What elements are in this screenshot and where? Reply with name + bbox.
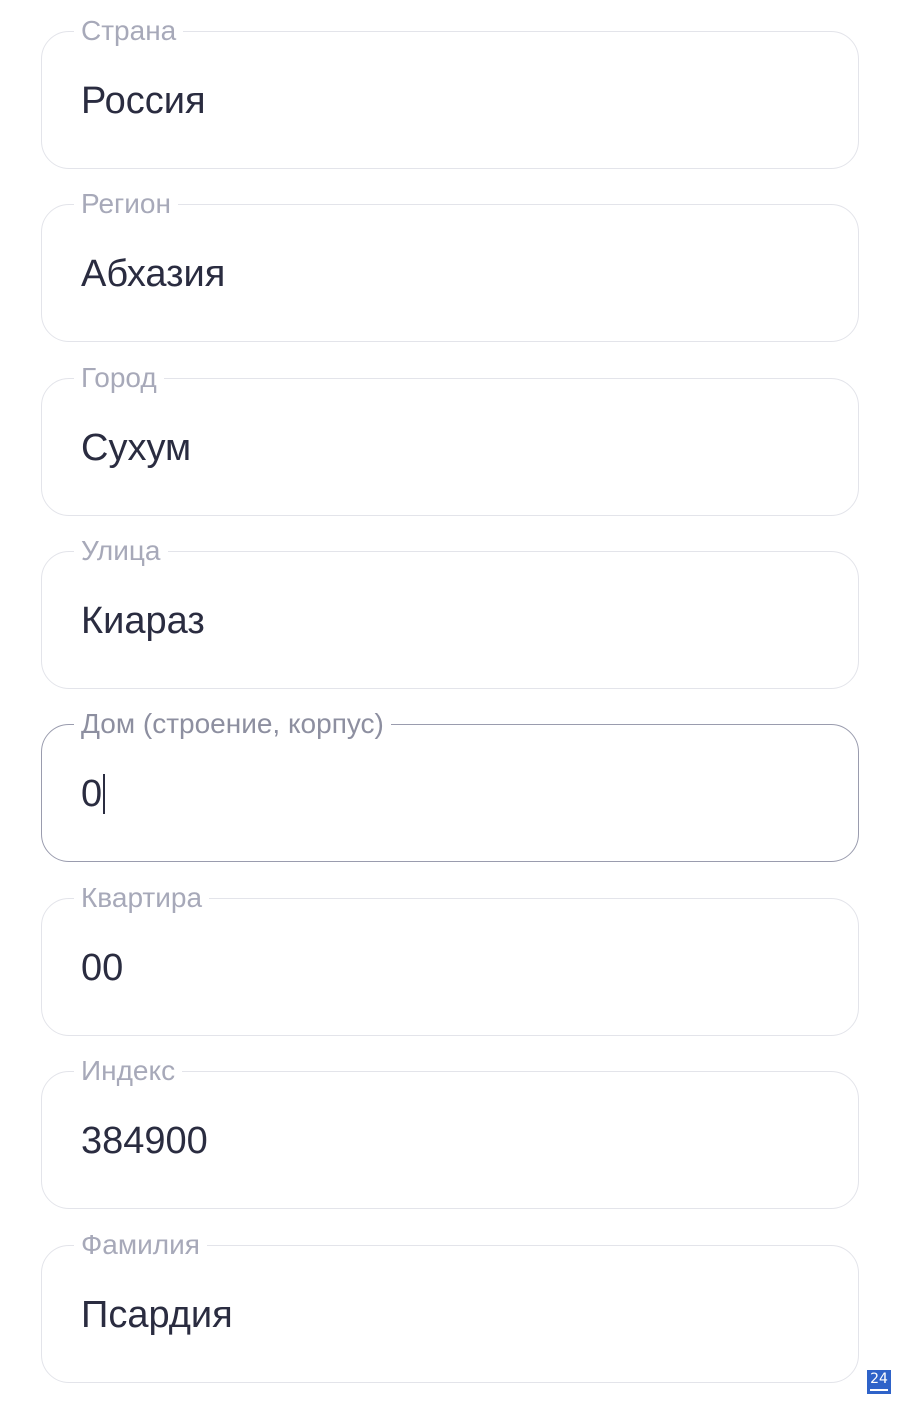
city-value[interactable]: Сухум [81, 427, 191, 469]
street-field[interactable]: Улица Киараз [41, 535, 859, 689]
house-input[interactable]: 0 [81, 773, 106, 815]
apartment-label: Квартира [74, 882, 210, 914]
postal-code-label: Индекс [74, 1055, 183, 1087]
surname-value[interactable]: Псардия [81, 1294, 233, 1336]
country-value[interactable]: Россия [81, 80, 206, 122]
street-label: Улица [74, 535, 168, 567]
city-field[interactable]: Город Сухум [41, 362, 859, 516]
text-caret [103, 774, 106, 814]
region-label: Регион [74, 188, 178, 220]
country-label: Страна [74, 15, 184, 47]
house-value: 0 [81, 773, 103, 815]
street-value[interactable]: Киараз [81, 600, 205, 642]
city-label: Город [74, 362, 164, 394]
apartment-value[interactable]: 00 [81, 947, 123, 989]
corner-badge: 24 [867, 1370, 891, 1394]
surname-field[interactable]: Фамилия Псардия [41, 1229, 859, 1383]
house-label: Дом (строение, корпус) [74, 708, 391, 740]
region-value[interactable]: Абхазия [81, 253, 225, 295]
country-field[interactable]: Страна Россия [41, 15, 859, 169]
apartment-field[interactable]: Квартира 00 [41, 882, 859, 1036]
surname-label: Фамилия [74, 1229, 207, 1261]
postal-code-value[interactable]: 384900 [81, 1120, 208, 1162]
region-field[interactable]: Регион Абхазия [41, 188, 859, 342]
postal-code-field[interactable]: Индекс 384900 [41, 1055, 859, 1209]
house-field[interactable]: Дом (строение, корпус) 0 [41, 708, 859, 862]
